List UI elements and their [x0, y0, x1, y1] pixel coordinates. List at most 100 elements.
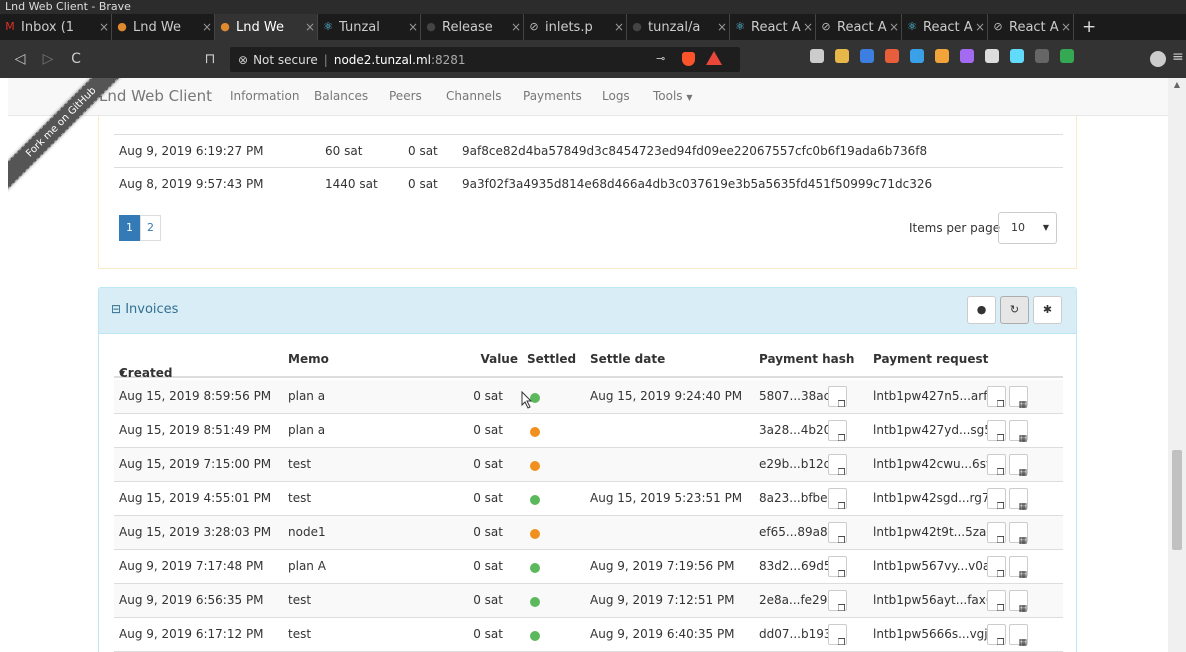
extension-icon[interactable]: [960, 49, 974, 63]
nav-logs[interactable]: Logs: [602, 89, 630, 103]
extension-icon[interactable]: [1035, 49, 1049, 63]
browser-tab[interactable]: ● Lnd We ×: [112, 14, 215, 40]
extension-icon[interactable]: [885, 49, 899, 63]
browser-tab[interactable]: ⊘ React A ×: [816, 14, 902, 40]
close-icon[interactable]: ×: [973, 20, 987, 34]
qr-code-icon: ▦: [1018, 638, 1028, 648]
copy-hash-button[interactable]: ❐: [828, 590, 847, 614]
extension-icon[interactable]: [835, 49, 849, 63]
close-icon[interactable]: ×: [303, 20, 317, 34]
page-1-button[interactable]: 1: [119, 215, 140, 241]
browser-tab[interactable]: M Inbox (1 ×: [0, 14, 112, 40]
nav-channels[interactable]: Channels: [446, 89, 502, 103]
close-icon[interactable]: ×: [801, 20, 815, 34]
copy-hash-button[interactable]: ❐: [828, 556, 847, 580]
page-scrollbar[interactable]: ▲: [1168, 78, 1186, 652]
copy-request-button[interactable]: ❐: [987, 624, 1006, 648]
browser-tab[interactable]: ⚛ React A ×: [730, 14, 816, 40]
address-bar[interactable]: ⊗ Not secure | node2.tunzal.ml :8281 ⊸: [230, 47, 740, 72]
nav-peers[interactable]: Peers: [389, 89, 422, 103]
key-icon[interactable]: ⊸: [656, 52, 665, 65]
invoices-panel-header: ⊟ Invoices ● ↻ ✱: [99, 288, 1076, 334]
qr-code-button[interactable]: ▦: [1009, 624, 1028, 648]
refresh-button[interactable]: ↻: [1000, 296, 1029, 324]
browser-tab[interactable]: ⊘ React A ×: [988, 14, 1074, 40]
brave-rewards-icon[interactable]: [706, 51, 722, 65]
copy-hash-button[interactable]: ❐: [828, 522, 847, 546]
browser-tab[interactable]: ● Release ×: [421, 14, 524, 40]
browser-tab[interactable]: ⚛ React A ×: [902, 14, 988, 40]
copy-icon: ❐: [996, 570, 1005, 580]
close-icon[interactable]: ×: [1059, 20, 1073, 34]
globe-icon: ⊘: [529, 20, 539, 33]
copy-request-button[interactable]: ❐: [987, 522, 1006, 546]
close-icon[interactable]: ×: [509, 20, 523, 34]
nav-balances[interactable]: Balances: [314, 89, 368, 103]
copy-request-button[interactable]: ❐: [987, 420, 1006, 444]
nav-payments[interactable]: Payments: [523, 89, 582, 103]
close-icon[interactable]: ×: [715, 20, 729, 34]
qr-code-button[interactable]: ▦: [1009, 590, 1028, 614]
items-per-page-select[interactable]: 10 ▼: [998, 212, 1057, 244]
qr-code-button[interactable]: ▦: [1009, 556, 1028, 580]
copy-request-button[interactable]: ❐: [987, 488, 1006, 512]
copy-icon: ❐: [996, 400, 1005, 410]
page-2-button[interactable]: 2: [140, 215, 161, 241]
copy-hash-button[interactable]: ❐: [828, 386, 847, 410]
scrollbar-thumb[interactable]: [1172, 450, 1182, 550]
browser-tab[interactable]: ⊘ inlets.p ×: [524, 14, 627, 40]
close-icon[interactable]: ×: [97, 20, 111, 34]
items-per-page-value: 10: [1011, 221, 1025, 234]
back-icon[interactable]: ◁: [10, 51, 30, 67]
reload-icon[interactable]: C: [66, 51, 86, 67]
profile-avatar[interactable]: [1150, 51, 1166, 67]
browser-tab[interactable]: ● tunzal/a ×: [627, 14, 730, 40]
col-settled[interactable]: Settled: [527, 352, 576, 366]
browser-tab[interactable]: ● Lnd We ×: [215, 14, 318, 40]
copy-hash-button[interactable]: ❐: [828, 420, 847, 444]
col-value[interactable]: Value: [480, 352, 518, 366]
extension-icon[interactable]: [935, 49, 949, 63]
new-tab-icon[interactable]: +: [1074, 14, 1104, 40]
col-payment-hash[interactable]: Payment hash: [759, 352, 854, 366]
col-memo[interactable]: Memo: [288, 352, 329, 366]
settings-button[interactable]: ✱: [1033, 296, 1062, 324]
col-settle-date[interactable]: Settle date: [590, 352, 665, 366]
scroll-up-icon[interactable]: ▲: [1168, 78, 1186, 92]
copy-hash-button[interactable]: ❐: [828, 624, 847, 648]
browser-tab[interactable]: ⚛ Tunzal ×: [318, 14, 421, 40]
close-icon[interactable]: ×: [200, 20, 214, 34]
copy-request-button[interactable]: ❐: [987, 590, 1006, 614]
extension-icon[interactable]: [1010, 49, 1024, 63]
extension-icon[interactable]: [860, 49, 874, 63]
invoices-title[interactable]: ⊟ Invoices: [111, 302, 178, 317]
qr-code-button[interactable]: ▦: [1009, 522, 1028, 546]
menu-icon[interactable]: ≡: [1172, 49, 1184, 65]
copy-request-button[interactable]: ❐: [987, 386, 1006, 410]
qr-code-button[interactable]: ▦: [1009, 386, 1028, 410]
close-icon[interactable]: ×: [406, 20, 420, 34]
navbar-brand[interactable]: Lnd Web Client: [99, 87, 212, 105]
copy-request-button[interactable]: ❐: [987, 556, 1006, 580]
settled-dot-icon: [530, 495, 540, 505]
nav-tools-dropdown[interactable]: Tools ▼: [653, 89, 693, 103]
copy-hash-button[interactable]: ❐: [828, 488, 847, 512]
close-icon[interactable]: ×: [612, 20, 626, 34]
extension-icon[interactable]: [985, 49, 999, 63]
close-icon[interactable]: ×: [887, 20, 901, 34]
qr-code-button[interactable]: ▦: [1009, 420, 1028, 444]
bookmark-icon[interactable]: ⊓: [200, 51, 220, 67]
add-invoice-button[interactable]: ●: [967, 296, 996, 324]
copy-request-button[interactable]: ❐: [987, 454, 1006, 478]
extension-icon[interactable]: [1060, 49, 1074, 63]
forward-icon[interactable]: ▷: [38, 51, 58, 67]
extension-icon[interactable]: [910, 49, 924, 63]
nav-information[interactable]: Information: [230, 89, 299, 103]
copy-hash-button[interactable]: ❐: [828, 454, 847, 478]
col-payment-request[interactable]: Payment request: [873, 352, 988, 366]
extension-icon[interactable]: [810, 49, 824, 63]
plus-circle-icon: ●: [976, 303, 987, 316]
brave-shield-icon[interactable]: [682, 52, 695, 66]
qr-code-button[interactable]: ▦: [1009, 454, 1028, 478]
qr-code-button[interactable]: ▦: [1009, 488, 1028, 512]
